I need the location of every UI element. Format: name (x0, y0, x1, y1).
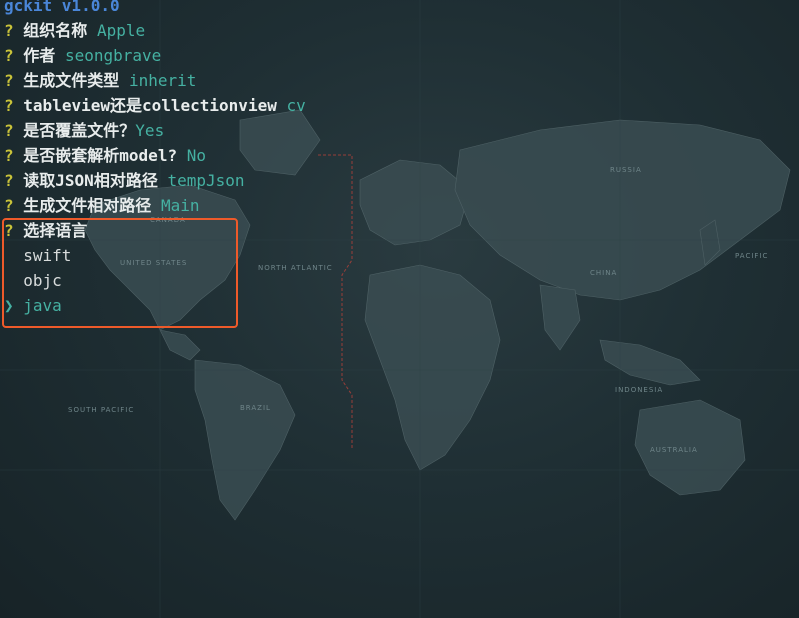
map-africa (364, 264, 501, 471)
map-label-russia: RUSSIA (610, 166, 642, 174)
question-mark: ? (4, 171, 14, 190)
question-mark: ? (4, 21, 14, 40)
prompt-answer: No (186, 146, 206, 165)
prompt-line-nested-model: ? 是否嵌套解析model? No (4, 145, 206, 167)
map-asia (454, 119, 791, 301)
prompt-answer: Main (160, 196, 200, 215)
map-south-america (194, 359, 296, 521)
question-mark: ? (4, 96, 14, 115)
prompt-label: 读取JSON相对路径 (23, 171, 158, 190)
prompt-line-org: ? 组织名称 Apple (4, 20, 145, 42)
prompt-line-json-path: ? 读取JSON相对路径 tempJson (4, 170, 245, 192)
prompt-label: 作者 (23, 46, 56, 65)
question-mark: ? (4, 71, 14, 90)
map-europe (359, 159, 471, 246)
map-indonesia (599, 339, 701, 386)
prompt-line-output-path: ? 生成文件相对路径 Main (4, 195, 199, 217)
prompt-label: 是否覆盖文件？ (23, 121, 136, 140)
map-label-south-pacific: SOUTH PACIFIC (68, 406, 134, 414)
prompt-line-view-type: ? tableview还是collectionview cv (4, 95, 306, 117)
prompt-line-file-type: ? 生成文件类型 inherit (4, 70, 196, 92)
prompt-label: 组织名称 (23, 21, 88, 40)
question-mark: ? (4, 121, 14, 140)
map-india (539, 284, 581, 351)
question-mark: ? (4, 146, 14, 165)
app-title: gckit v1.0.0 (4, 0, 120, 15)
prompt-label: tableview还是collectionview (23, 96, 277, 115)
prompt-label: 生成文件类型 (23, 71, 120, 90)
map-label-pacific: PACIFIC (735, 252, 768, 260)
prompt-label: 生成文件相对路径 (23, 196, 152, 215)
language-selection-highlight (2, 218, 238, 328)
prompt-line-overwrite: ? 是否覆盖文件？Yes (4, 120, 164, 142)
map-label-china: CHINA (590, 269, 617, 277)
prompt-answer: tempJson (167, 171, 245, 190)
prompt-answer: Yes (135, 121, 165, 140)
prompt-answer: inherit (128, 71, 197, 90)
prompt-answer: Apple (96, 21, 146, 40)
question-mark: ? (4, 46, 14, 65)
map-label-brazil: BRAZIL (240, 404, 271, 412)
prompt-label: 是否嵌套解析model? (23, 146, 178, 165)
prompt-line-author: ? 作者 seongbrave (4, 45, 161, 67)
map-label-indonesia: INDONESIA (615, 386, 663, 394)
map-central-america (159, 329, 201, 361)
prompt-answer: cv (286, 96, 306, 115)
prompt-answer: seongbrave (64, 46, 162, 65)
map-greenland (239, 109, 321, 176)
map-label-north-atlantic: NORTH ATLANTIC (258, 264, 333, 272)
question-mark: ? (4, 196, 14, 215)
map-label-australia: AUSTRALIA (650, 446, 698, 454)
